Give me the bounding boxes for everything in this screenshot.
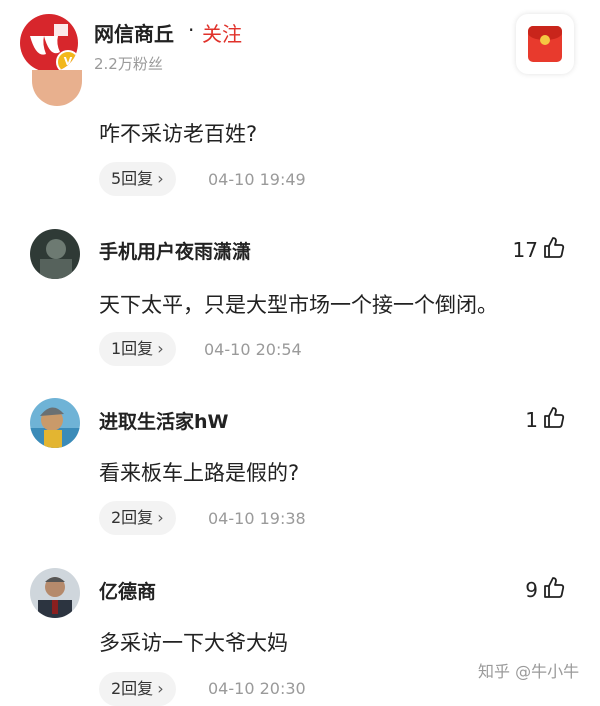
follow-button[interactable]: 关注 <box>202 18 242 47</box>
fans-count: 2.2万粉丝 <box>94 55 163 73</box>
verified-badge-icon: V <box>56 50 78 72</box>
red-envelope-icon <box>528 26 562 62</box>
channel-avatar[interactable]: V <box>20 14 78 72</box>
comment-text: 多采访一下大爷大妈 <box>99 631 288 655</box>
like-count: 17 <box>512 238 538 262</box>
reply-count: 1回复 <box>111 339 154 358</box>
comment-username[interactable]: 亿德商 <box>99 577 156 604</box>
reply-count: 2回复 <box>111 508 154 527</box>
comment-time: 04-10 19:38 <box>208 509 306 528</box>
thumbs-up-icon <box>544 237 565 258</box>
comment-username[interactable]: 进取生活家hW <box>99 407 228 434</box>
reply-count-button[interactable]: 2回复 › <box>99 501 176 535</box>
thumbs-up-icon <box>544 577 565 598</box>
comment-time: 04-10 19:49 <box>208 170 306 189</box>
reply-count: 2回复 <box>111 679 154 698</box>
reply-count: 5回复 <box>111 169 154 188</box>
comment-avatar[interactable] <box>30 398 80 448</box>
chevron-right-icon: › <box>157 339 164 358</box>
separator-dot: · <box>188 18 195 42</box>
reply-count-button[interactable]: 5回复 › <box>99 162 176 196</box>
comment-text: 天下太平，只是大型市场一个接一个倒闭。 <box>99 293 498 317</box>
reply-count-button[interactable]: 1回复 › <box>99 332 176 366</box>
like-count: 1 <box>525 408 538 432</box>
comment-text: 看来板车上路是假的? <box>99 461 300 485</box>
red-packet-button[interactable] <box>516 14 574 74</box>
like-button[interactable]: 17 <box>513 236 566 262</box>
chevron-right-icon: › <box>157 169 164 188</box>
channel-name[interactable]: 网信商丘 <box>94 18 174 47</box>
comment-time: 04-10 20:54 <box>204 340 302 359</box>
comment-text: 咋不采访老百姓? <box>99 122 258 146</box>
like-count: 9 <box>525 578 538 602</box>
reply-count-button[interactable]: 2回复 › <box>99 672 176 706</box>
thumbs-up-icon <box>544 407 565 428</box>
comment-avatar[interactable] <box>30 229 80 279</box>
chevron-right-icon: › <box>157 679 164 698</box>
watermark: 知乎 @牛小牛 <box>478 662 580 681</box>
like-button[interactable]: 9 <box>525 576 566 602</box>
comment-username[interactable]: 手机用户夜雨潇潇 <box>99 237 251 264</box>
comment-avatar[interactable] <box>30 568 80 618</box>
like-button[interactable]: 1 <box>525 406 566 432</box>
comment-time: 04-10 20:30 <box>208 679 306 698</box>
channel-header: V 网信商丘 · 关注 2.2万粉丝 <box>0 0 600 86</box>
chevron-right-icon: › <box>157 508 164 527</box>
comment-avatar[interactable] <box>32 70 82 106</box>
